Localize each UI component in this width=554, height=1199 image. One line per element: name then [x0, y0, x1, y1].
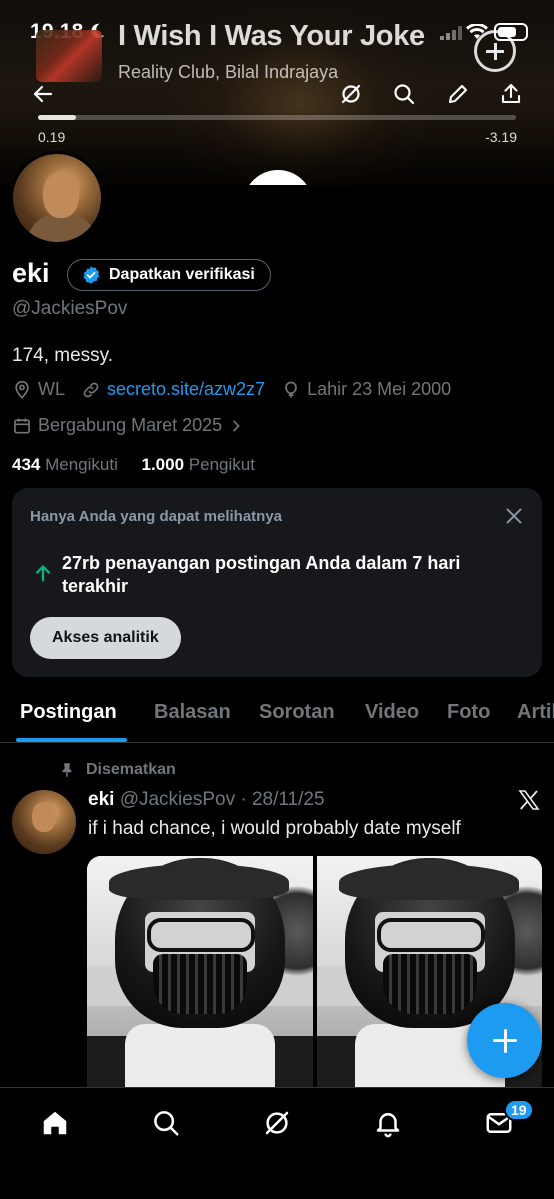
album-art — [36, 30, 102, 82]
post-handle-date: @JackiesPov · 28/11/25 — [119, 789, 325, 810]
playback-progress-fill — [38, 115, 77, 120]
analytics-message: 27rb penayangan postingan Anda dalam 7 h… — [62, 553, 461, 596]
now-playing-title: I Wish I Was Your Joke — [118, 20, 425, 52]
access-analytics-button[interactable]: Akses analitik — [30, 617, 181, 659]
analytics-card: Hanya Anda yang dapat melihatnya 27rb pe… — [12, 488, 542, 677]
profile-meta-row: WL secreto.site/azw2z7 Lahir 23 Mei 2000 — [12, 379, 451, 400]
active-tab-indicator — [16, 738, 127, 742]
tab-posts[interactable]: Postingan — [20, 701, 117, 724]
get-verified-button[interactable]: Dapatkan verifikasi — [67, 259, 271, 291]
search-icon — [394, 84, 415, 105]
follow-stats: 434 Mengikuti 1.000 Pengikut — [12, 455, 255, 475]
nav-home[interactable] — [37, 1105, 73, 1141]
post-author-name[interactable]: eki — [88, 789, 114, 810]
get-verified-label: Dapatkan verifikasi — [109, 266, 255, 283]
profile-tabs: Postingan Balasan Sorotan Video Foto Art… — [0, 693, 554, 743]
share-button[interactable] — [497, 80, 525, 108]
followers-link[interactable]: 1.000 Pengikut — [142, 455, 255, 474]
balloon-icon — [285, 381, 297, 397]
following-link[interactable]: 434 Mengikuti — [12, 455, 118, 474]
compose-post-button[interactable] — [467, 1003, 542, 1078]
close-icon[interactable] — [503, 505, 525, 527]
search-icon — [154, 1111, 179, 1136]
pencil-icon — [448, 84, 468, 104]
profile-handle: @JackiesPov — [12, 298, 128, 319]
profile-bio: 174, messy. — [12, 345, 114, 366]
grok-icon — [265, 1111, 289, 1135]
add-to-library-icon[interactable] — [474, 30, 516, 72]
location-icon — [15, 380, 29, 399]
post-image-1[interactable] — [87, 856, 313, 1096]
profile-birthday: Lahir 23 Mei 2000 — [307, 379, 452, 399]
post-header: eki @JackiesPov · 28/11/25 — [88, 789, 325, 811]
nav-notifications[interactable] — [370, 1105, 406, 1141]
back-button[interactable] — [29, 80, 57, 108]
pin-icon — [62, 763, 72, 777]
post-author-avatar[interactable] — [12, 790, 76, 854]
nav-grok[interactable] — [259, 1105, 295, 1141]
arrow-up-icon — [35, 565, 51, 582]
now-playing-artist: Reality Club, Bilal Indrajaya — [118, 62, 339, 82]
elapsed-time: 0.19 — [38, 129, 66, 145]
profile-avatar[interactable] — [10, 151, 104, 245]
profile-joined-date: Bergabung Maret 2025 — [38, 415, 223, 435]
verified-badge-icon — [83, 266, 100, 284]
profile-display-name: eki — [12, 258, 50, 288]
edit-button[interactable] — [444, 80, 472, 108]
tab-replies[interactable]: Balasan — [154, 701, 231, 724]
chevron-right-icon — [233, 420, 240, 431]
tab-highlights[interactable]: Sorotan — [259, 701, 335, 724]
following-label: Mengikuti — [45, 455, 118, 474]
following-count: 434 — [12, 455, 41, 474]
tab-articles[interactable]: Artikel — [517, 701, 554, 724]
pinned-label: Disematkan — [86, 761, 176, 778]
remaining-time: -3.19 — [485, 129, 517, 145]
analytics-private-note: Hanya Anda yang dapat melihatnya — [30, 508, 283, 525]
arrow-left-icon — [33, 85, 53, 103]
profile-website-link[interactable]: secreto.site/azw2z7 — [107, 379, 265, 400]
share-icon — [501, 83, 521, 104]
x-logo-icon — [518, 790, 540, 810]
playback-progress-bar[interactable] — [38, 115, 516, 120]
home-icon — [43, 1111, 67, 1135]
search-button[interactable] — [390, 80, 418, 108]
profile-joined-row[interactable]: Bergabung Maret 2025 — [12, 415, 244, 436]
post-text: if i had chance, i would probably date m… — [88, 818, 461, 839]
followers-count: 1.000 — [141, 455, 185, 474]
messages-badge: 19 — [504, 1099, 534, 1121]
calendar-icon — [14, 418, 30, 433]
bell-icon — [376, 1113, 400, 1138]
tab-photos[interactable]: Foto — [447, 701, 490, 724]
nav-search[interactable] — [148, 1105, 184, 1141]
followers-label: Pengikut — [188, 455, 255, 474]
cellular-signal-icon — [440, 26, 462, 40]
profile-location: WL — [38, 379, 65, 399]
grok-icon — [341, 84, 361, 104]
bottom-navigation — [0, 1087, 554, 1199]
tab-video[interactable]: Video — [365, 701, 419, 724]
link-icon — [83, 382, 99, 397]
media-handle — [243, 170, 313, 185]
grok-button[interactable] — [337, 80, 365, 108]
